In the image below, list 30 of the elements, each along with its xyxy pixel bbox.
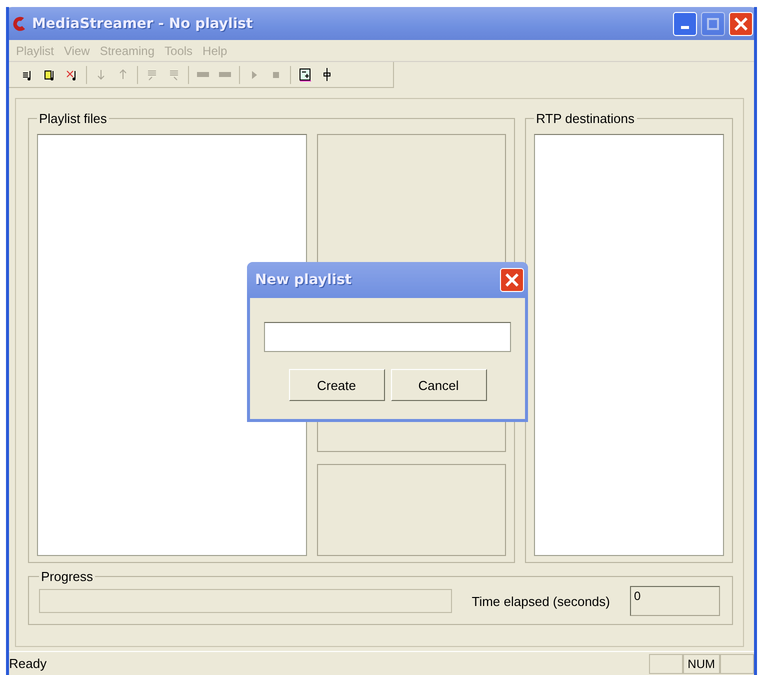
app-logo-icon (10, 14, 28, 32)
dialog-title: New playlist (255, 272, 353, 288)
group-label: RTP destinations (535, 111, 636, 126)
close-button[interactable] (729, 12, 753, 36)
minimize-icon (681, 26, 689, 29)
close-icon (505, 273, 519, 287)
status-pane (648, 654, 683, 674)
list-arrow-icon (146, 68, 158, 82)
status-text: Ready (9, 656, 48, 671)
time-field: 0 (630, 586, 720, 616)
arrow-up-icon (117, 68, 129, 82)
note-list-icon (44, 68, 56, 82)
status-pane: NUM (682, 654, 720, 674)
arrow-down-icon (95, 68, 107, 82)
group-label: Progress (40, 569, 94, 584)
time-label: Time elapsed (seconds) (472, 594, 610, 608)
list-arrow-icon (168, 68, 180, 82)
note-delete-icon (66, 68, 78, 82)
minimize-button[interactable] (673, 12, 697, 36)
dialog-button[interactable]: Create (288, 369, 384, 401)
slider-icon (321, 68, 333, 82)
input-field[interactable] (264, 322, 511, 352)
status-pane (720, 654, 754, 674)
group-label: Playlist files (38, 111, 108, 126)
list-add-icon (299, 68, 311, 82)
maximize-icon (707, 18, 719, 30)
close-icon (734, 16, 748, 30)
window-title: MediaStreamer - No playlist (32, 16, 254, 32)
close-button[interactable] (500, 268, 524, 292)
dialog-button[interactable]: Cancel (390, 369, 486, 401)
